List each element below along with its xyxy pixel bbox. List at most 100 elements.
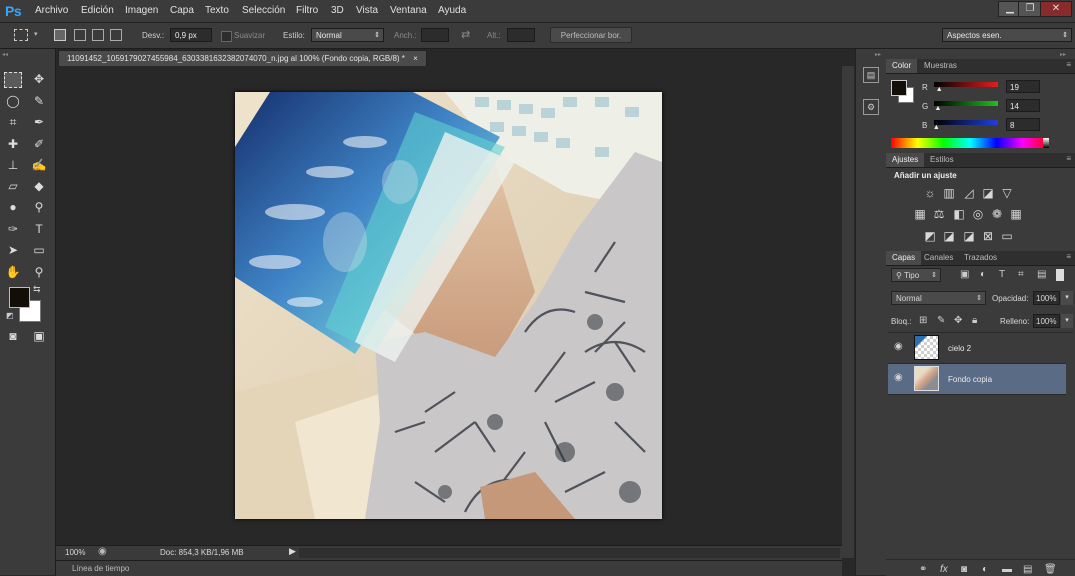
menu-vista[interactable]: Vista bbox=[356, 5, 378, 16]
chevron-down-icon[interactable]: ▾ bbox=[1061, 314, 1073, 328]
filter-toggle[interactable] bbox=[1056, 269, 1064, 281]
menu-texto[interactable]: Texto bbox=[205, 5, 229, 16]
history-panel-icon[interactable]: ▤ bbox=[863, 67, 879, 83]
slider-thumb-icon[interactable]: ▲ bbox=[933, 124, 940, 131]
channel-r-input[interactable]: 19 bbox=[1006, 80, 1040, 93]
spot-healing-tool-icon[interactable]: ✚ bbox=[3, 135, 23, 153]
restore-button[interactable]: ❐ bbox=[1018, 1, 1042, 17]
black-white-icon[interactable]: ◧ bbox=[952, 207, 966, 221]
tab-adjustments[interactable]: Ajustes bbox=[886, 153, 925, 167]
link-layers-icon[interactable]: ⚭ bbox=[919, 564, 927, 575]
marquee-preset-icon[interactable] bbox=[14, 29, 28, 41]
dodge-tool-icon[interactable]: ⚲ bbox=[29, 198, 49, 216]
vertical-scrollbar[interactable] bbox=[842, 66, 854, 558]
rectangular-marquee-tool-icon[interactable] bbox=[4, 72, 22, 88]
lock-transparent-icon[interactable]: ⊞ bbox=[919, 315, 927, 326]
new-layer-icon[interactable]: ▤ bbox=[1023, 564, 1032, 575]
new-selection-icon[interactable] bbox=[54, 29, 66, 41]
channel-g-slider[interactable] bbox=[934, 101, 998, 106]
tab-paths[interactable]: Trazados bbox=[958, 251, 1003, 265]
menu-archivo[interactable]: Archivo bbox=[35, 5, 68, 16]
menu-imagen[interactable]: Imagen bbox=[125, 5, 158, 16]
lock-image-icon[interactable]: ✎ bbox=[937, 315, 945, 326]
subtract-selection-icon[interactable] bbox=[92, 29, 104, 41]
channel-g-input[interactable]: 14 bbox=[1006, 99, 1040, 112]
width-input[interactable] bbox=[421, 28, 449, 42]
intersect-selection-icon[interactable] bbox=[110, 29, 122, 41]
color-fg-swatch[interactable] bbox=[891, 80, 907, 96]
zoom-level[interactable]: 100% bbox=[65, 548, 85, 557]
type-tool-icon[interactable]: T bbox=[29, 220, 49, 238]
adjustment-layer-icon[interactable]: ◐ bbox=[982, 564, 988, 575]
menu-filtro[interactable]: Filtro bbox=[296, 5, 318, 16]
swap-dimensions-icon[interactable]: ⇄ bbox=[461, 28, 470, 41]
hand-tool-icon[interactable]: ✋ bbox=[3, 263, 23, 281]
panel-menu-icon[interactable]: ≡ bbox=[1066, 154, 1071, 163]
screen-mode-icon[interactable]: ▣ bbox=[29, 327, 49, 345]
refine-edge-button[interactable]: Perfeccionar bor. bbox=[550, 27, 632, 43]
layer-filter-select[interactable]: ⚲ Tipo ⇕ bbox=[891, 268, 941, 282]
invert-icon[interactable]: ◩ bbox=[923, 229, 937, 243]
filter-smart-icon[interactable]: ▤ bbox=[1037, 269, 1046, 280]
eraser-tool-icon[interactable]: ▱ bbox=[3, 177, 23, 195]
chevron-down-icon[interactable]: ▾ bbox=[1061, 291, 1073, 305]
color-lookup-icon[interactable]: ▦ bbox=[1009, 207, 1023, 221]
lock-all-icon[interactable]: 🔒︎ bbox=[972, 315, 977, 326]
path-selection-tool-icon[interactable]: ➤ bbox=[3, 241, 23, 259]
color-spectrum-bar[interactable] bbox=[891, 138, 1049, 148]
zoom-tool-icon[interactable]: ⚲ bbox=[29, 263, 49, 281]
foreground-color-swatch[interactable] bbox=[9, 287, 30, 308]
blend-mode-select[interactable]: Normal ⇕ bbox=[891, 291, 986, 305]
fill-input[interactable]: 100% bbox=[1033, 314, 1060, 328]
panel-menu-icon[interactable]: ≡ bbox=[1066, 252, 1071, 261]
close-button[interactable]: ✕ bbox=[1040, 1, 1072, 17]
properties-panel-icon[interactable]: ⚙ bbox=[863, 99, 879, 115]
history-brush-tool-icon[interactable]: ✍ bbox=[29, 156, 49, 174]
clone-stamp-tool-icon[interactable]: ⊥ bbox=[3, 156, 23, 174]
quick-selection-tool-icon[interactable]: ✎ bbox=[29, 92, 49, 110]
color-balance-icon[interactable]: ⚖ bbox=[932, 207, 946, 221]
chevron-down-icon[interactable]: ▾ bbox=[34, 30, 38, 38]
tab-swatches[interactable]: Muestras bbox=[918, 59, 963, 73]
menu-ventana[interactable]: Ventana bbox=[390, 5, 427, 16]
quick-mask-icon[interactable]: ◙ bbox=[3, 327, 23, 345]
horizontal-scrollbar[interactable] bbox=[299, 548, 840, 558]
filter-adjust-icon[interactable]: ◐ bbox=[980, 269, 986, 280]
blur-tool-icon[interactable]: ● bbox=[3, 198, 23, 216]
channel-b-input[interactable]: 8 bbox=[1006, 118, 1040, 131]
panel-menu-icon[interactable]: ≡ bbox=[1066, 60, 1071, 69]
add-mask-icon[interactable]: ◙ bbox=[961, 564, 967, 575]
layer-row-fondo-copia[interactable]: ◉ Fondo copia bbox=[888, 364, 1066, 395]
tab-channels[interactable]: Canales bbox=[918, 251, 959, 265]
slider-thumb-icon[interactable]: ▲ bbox=[936, 86, 943, 93]
levels-icon[interactable]: ▥ bbox=[942, 186, 956, 200]
eye-icon[interactable]: ◉ bbox=[894, 372, 903, 383]
tab-color[interactable]: Color bbox=[886, 59, 918, 73]
threshold-icon[interactable]: ◪ bbox=[962, 229, 976, 243]
eyedropper-tool-icon[interactable]: ✒ bbox=[29, 113, 49, 131]
height-input[interactable] bbox=[507, 28, 535, 42]
move-tool-icon[interactable]: ✥ bbox=[29, 70, 49, 88]
timeline-bar[interactable]: Línea de tiempo bbox=[56, 560, 842, 576]
style-select[interactable]: Normal ⇕ bbox=[311, 28, 384, 42]
posterize-icon[interactable]: ◪ bbox=[942, 229, 956, 243]
menu-ayuda[interactable]: Ayuda bbox=[438, 5, 466, 16]
new-group-icon[interactable]: ▬ bbox=[1002, 564, 1012, 575]
eye-icon[interactable]: ◉ bbox=[894, 341, 903, 352]
feather-input[interactable]: 0,9 px bbox=[170, 28, 212, 42]
rectangle-tool-icon[interactable]: ▭ bbox=[29, 241, 49, 259]
brightness-icon[interactable]: ☼ bbox=[923, 186, 937, 200]
filter-type-icon[interactable]: T bbox=[999, 269, 1005, 280]
lock-position-icon[interactable]: ✥ bbox=[954, 315, 962, 326]
selective-color-icon[interactable]: ⊠ bbox=[981, 229, 995, 243]
paint-bucket-tool-icon[interactable]: ◆ bbox=[29, 177, 49, 195]
curves-icon[interactable]: ◿ bbox=[962, 186, 976, 200]
tab-layers[interactable]: Capas bbox=[886, 251, 922, 265]
spectrum-bw[interactable] bbox=[1043, 138, 1049, 148]
layer-style-icon[interactable]: fx bbox=[940, 564, 948, 575]
menu-3d[interactable]: 3D bbox=[331, 5, 344, 16]
gradient-map-icon[interactable]: ▭ bbox=[1000, 229, 1014, 243]
brush-tool-icon[interactable]: ✐ bbox=[29, 135, 49, 153]
add-selection-icon[interactable] bbox=[74, 29, 86, 41]
document-tab[interactable]: 11091452_1059179027455984_63033816323820… bbox=[58, 50, 427, 66]
